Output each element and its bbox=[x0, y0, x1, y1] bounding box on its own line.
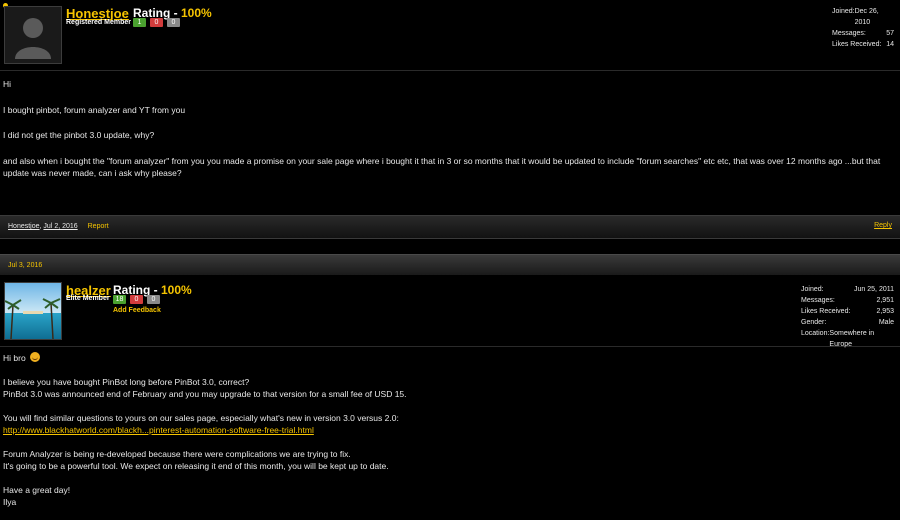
default-avatar-icon bbox=[5, 7, 61, 63]
post-paragraph: Hi bbox=[3, 79, 12, 89]
stat-joined: Joined: Jun 25, 2011 bbox=[801, 286, 894, 293]
add-feedback-link[interactable]: Add Feedback bbox=[113, 307, 161, 314]
post-footer: Honestjoe, Jul 2, 2016 Report Reply bbox=[0, 215, 900, 239]
stat-gender: Gender: Male bbox=[801, 319, 894, 326]
smile-emoji-icon bbox=[30, 352, 41, 362]
avatar[interactable] bbox=[4, 6, 62, 64]
neutral-feedback-count[interactable]: 0 bbox=[167, 18, 180, 27]
post-body: Hi bro I believe you have bought PinBot … bbox=[3, 352, 893, 520]
report-link[interactable]: Report bbox=[88, 223, 109, 230]
negative-feedback-count[interactable]: 0 bbox=[150, 18, 163, 27]
feedback-chips: 18 0 0 bbox=[113, 295, 160, 304]
post-paragraph: I bought pinbot, forum analyzer and YT f… bbox=[3, 104, 186, 115]
stat-joined: Joined: Dec 26, 2010 bbox=[832, 8, 879, 26]
neutral-feedback-count[interactable]: 0 bbox=[147, 295, 160, 304]
post-date-link[interactable]: Jul 2, 2016 bbox=[43, 223, 77, 230]
avatar[interactable] bbox=[4, 282, 62, 340]
post-paragraph: and also when i bought the "forum analyz… bbox=[3, 155, 881, 179]
post-header-honestjoe: Honestjoe Registered Member Rating - 100… bbox=[0, 0, 900, 71]
post-header-healzer: healzer Elite Member Rating - 100% 18 0 … bbox=[0, 276, 900, 350]
feedback-chips: 1 0 0 bbox=[133, 18, 180, 27]
stat-location: Location: Somewhere in Europe bbox=[801, 330, 875, 348]
date-separator-text: Jul 3, 2016 bbox=[8, 262, 43, 269]
post-paragraph: Hi bro bbox=[3, 352, 893, 365]
rating-value: 100% bbox=[161, 283, 192, 297]
post-paragraph: You will find similar questions to yours… bbox=[3, 412, 399, 436]
stat-likes: Likes Received: 2,953 bbox=[801, 308, 894, 315]
negative-feedback-count[interactable]: 0 bbox=[130, 295, 143, 304]
user-title: Elite Member bbox=[66, 295, 110, 302]
date-separator: Jul 3, 2016 bbox=[0, 254, 900, 275]
post-paragraph: Forum Analyzer is being re-developed bec… bbox=[3, 448, 389, 472]
post-paragraph: Have a great day! Ilya bbox=[3, 484, 71, 508]
sales-page-link[interactable]: http://www.blackhatworld.com/blackh...pi… bbox=[3, 425, 314, 435]
post-paragraph: I believe you have bought PinBot long be… bbox=[3, 376, 407, 400]
user-stats: Joined: Jun 25, 2011 Messages: 2,951 Likes… bbox=[801, 284, 894, 350]
beach-avatar-image bbox=[5, 283, 61, 339]
footer-username-link[interactable]: Honestjoe bbox=[8, 223, 40, 230]
user-stats: Joined: Dec 26, 2010 Messages: 57 Likes Re… bbox=[832, 6, 894, 50]
user-title: Registered Member bbox=[66, 19, 131, 26]
positive-feedback-count[interactable]: 18 bbox=[113, 295, 126, 304]
post-meta: Honestjoe, Jul 2, 2016 Report bbox=[8, 223, 109, 230]
post-paragraph: I did not get the pinbot 3.0 update, why… bbox=[3, 130, 155, 140]
stat-messages: Messages: 57 bbox=[832, 30, 894, 37]
stat-messages: Messages: 2,951 bbox=[801, 297, 894, 304]
post-body: Hi I bought pinbot, forum analyzer and Y… bbox=[3, 78, 893, 193]
positive-feedback-count[interactable]: 1 bbox=[133, 18, 146, 27]
rating-value: 100% bbox=[181, 6, 212, 20]
stat-likes: Likes Received: 14 bbox=[832, 41, 894, 48]
reply-link[interactable]: Reply bbox=[874, 222, 892, 229]
